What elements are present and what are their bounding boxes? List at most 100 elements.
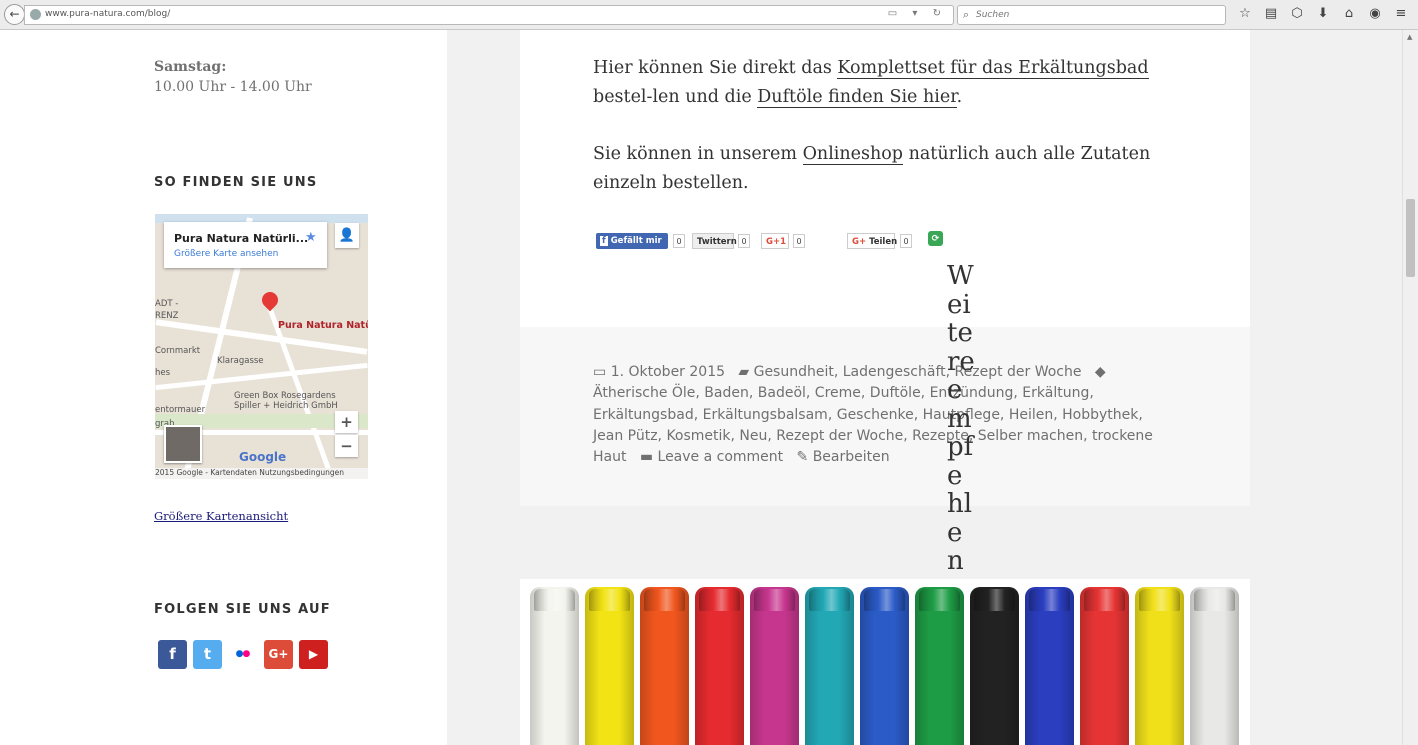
home-icon[interactable]: ⌂: [1336, 6, 1362, 21]
flickr-icon[interactable]: ●●: [228, 640, 257, 669]
paint-tube: [805, 587, 854, 745]
duftoele-link[interactable]: Duftöle finden Sie hier: [757, 87, 957, 108]
google-plus-icon[interactable]: G+: [264, 640, 293, 669]
youtube-icon[interactable]: ▶: [299, 640, 328, 669]
map-pin-label: Pura Natura Natürl: [278, 320, 368, 331]
tube-cap: [534, 589, 575, 611]
zoom-out-button[interactable]: −: [335, 435, 358, 457]
tweet-count: 0: [738, 234, 750, 248]
tube-cap: [699, 589, 740, 611]
star-icon[interactable]: ★: [305, 230, 317, 245]
search-icon: ⌕: [963, 8, 970, 21]
tube-cap: [919, 589, 960, 611]
tube-cap: [644, 589, 685, 611]
follow-us-title: FOLGEN SIE UNS AUF: [154, 602, 331, 617]
like-count: 0: [673, 234, 685, 248]
text: Hier können Sie direkt das: [593, 58, 838, 78]
map-label: Spiller + Heidrich GmbH: [234, 401, 338, 411]
map-pin-icon[interactable]: [258, 288, 282, 312]
next-article-image[interactable]: [520, 579, 1250, 745]
browser-toolbar: ← www.pura-natura.com/blog/ ▭ ▾ ↻ ⌕ ☆▤⬡⬇…: [0, 0, 1418, 30]
scroll-thumb[interactable]: [1406, 199, 1415, 277]
entry-meta: ▭ 1. Oktober 2015 ▰ Gesundheit, Ladenges…: [593, 362, 1163, 468]
paragraph: Sie können in unserem Onlineshop natürli…: [593, 140, 1193, 198]
bookmarks-list-icon[interactable]: ▤: [1258, 6, 1284, 21]
folder-icon: ▰: [738, 364, 754, 380]
map-info-card: Pura Natura Natürli... Größere Karte ans…: [164, 222, 327, 268]
share-count: 0: [900, 234, 912, 248]
map-label: Green Box Rosegardens: [234, 391, 336, 401]
paragraph: Hier können Sie direkt das Komplettset f…: [593, 54, 1193, 112]
paint-tube: [860, 587, 909, 745]
url-text: www.pura-natura.com/blog/: [45, 9, 171, 19]
map-label: entormauer: [155, 405, 206, 415]
map-label: ADT -: [155, 299, 179, 309]
edit-link[interactable]: Bearbeiten: [813, 449, 890, 465]
larger-map-link[interactable]: Größere Kartenansicht: [154, 509, 288, 523]
tube-cap: [754, 589, 795, 611]
zoom-in-button[interactable]: +: [335, 411, 358, 433]
paint-tube: [1080, 587, 1129, 745]
pocket-icon[interactable]: ⬡: [1284, 6, 1310, 21]
search-bar[interactable]: ⌕: [957, 5, 1226, 25]
google-map[interactable]: Pura Natura Natürli... Größere Karte ans…: [155, 214, 368, 479]
google-logo: Google: [239, 450, 287, 464]
facebook-like-button[interactable]: f Gefällt mir: [596, 233, 668, 249]
paint-tube: [695, 587, 744, 745]
chat-icon[interactable]: ◉: [1362, 6, 1388, 21]
komplettset-link[interactable]: Komplettset für das Erkältungsbad: [837, 58, 1149, 79]
map-card-title: Pura Natura Natürli...: [174, 232, 309, 245]
tube-cap: [974, 589, 1015, 611]
text: .: [956, 87, 963, 107]
paint-tube: [640, 587, 689, 745]
paint-tube: [585, 587, 634, 745]
map-label: Klaragasse: [217, 356, 264, 366]
facebook-icon[interactable]: f: [158, 640, 187, 669]
download-icon[interactable]: ⬇: [1310, 6, 1336, 21]
tube-cap: [864, 589, 905, 611]
google-share-button[interactable]: G+ Teilen: [847, 233, 897, 249]
vertical-scrollbar[interactable]: ▲: [1402, 30, 1418, 745]
paint-tube: [1190, 587, 1239, 745]
satellite-thumbnail[interactable]: [164, 425, 202, 463]
sidebar: Samstag: 10.00 Uhr - 14.00 Uhr SO FINDEN…: [0, 30, 447, 745]
like-label: Gefällt mir: [610, 236, 662, 246]
twitter-icon[interactable]: t: [193, 640, 222, 669]
share-this-icon[interactable]: ⟳: [928, 231, 943, 246]
pegman-icon[interactable]: 👤: [335, 223, 359, 248]
map-label: hes: [155, 368, 171, 378]
scroll-up-icon[interactable]: ▲: [1407, 33, 1412, 41]
pencil-icon: ✎: [796, 449, 813, 466]
post-categories[interactable]: Gesundheit, Ladengeschäft, Rezept der Wo…: [754, 364, 1082, 380]
map-footer: 2015 Google - Kartendaten Nutzungsbeding…: [155, 468, 368, 479]
paint-tube: [970, 587, 1019, 745]
plus-one-count: 0: [793, 234, 805, 248]
tube-cap: [1139, 589, 1180, 611]
paint-tube: [915, 587, 964, 745]
search-input[interactable]: [976, 7, 1216, 23]
bookmark-star-icon[interactable]: ☆: [1232, 6, 1258, 21]
related-posts-heading: Weitere empfehlen: [947, 262, 975, 576]
post-date[interactable]: 1. Oktober 2015: [611, 364, 725, 380]
article: Hier können Sie direkt das Komplettset f…: [520, 30, 1250, 506]
google-plus-icon: G+: [852, 237, 870, 247]
back-arrow-icon[interactable]: ←: [4, 4, 25, 25]
map-label: RENZ: [155, 311, 179, 321]
google-plus-one-button[interactable]: G+1: [761, 233, 789, 249]
hours-value: 10.00 Uhr - 14.00 Uhr: [154, 79, 312, 95]
url-actions-icons[interactable]: ▭ ▾ ↻: [888, 8, 947, 19]
paint-tube: [750, 587, 799, 745]
tube-cap: [809, 589, 850, 611]
article-body: Hier können Sie direkt das Komplettset f…: [593, 54, 1193, 226]
leave-comment-link[interactable]: Leave a comment: [658, 449, 784, 465]
tube-cap: [589, 589, 630, 611]
map-card-link[interactable]: Größere Karte ansehen: [174, 249, 278, 259]
hours-label: Samstag:: [154, 59, 227, 75]
tag-icon: ◆: [1094, 364, 1106, 380]
onlineshop-link[interactable]: Onlineshop: [802, 144, 904, 165]
twitter-button[interactable]: Twittern: [692, 233, 737, 249]
menu-icon[interactable]: ≡: [1388, 6, 1414, 21]
url-bar[interactable]: www.pura-natura.com/blog/ ▭ ▾ ↻: [24, 5, 954, 25]
text: Sie können in unserem: [593, 144, 803, 164]
paint-tube: [1025, 587, 1074, 745]
